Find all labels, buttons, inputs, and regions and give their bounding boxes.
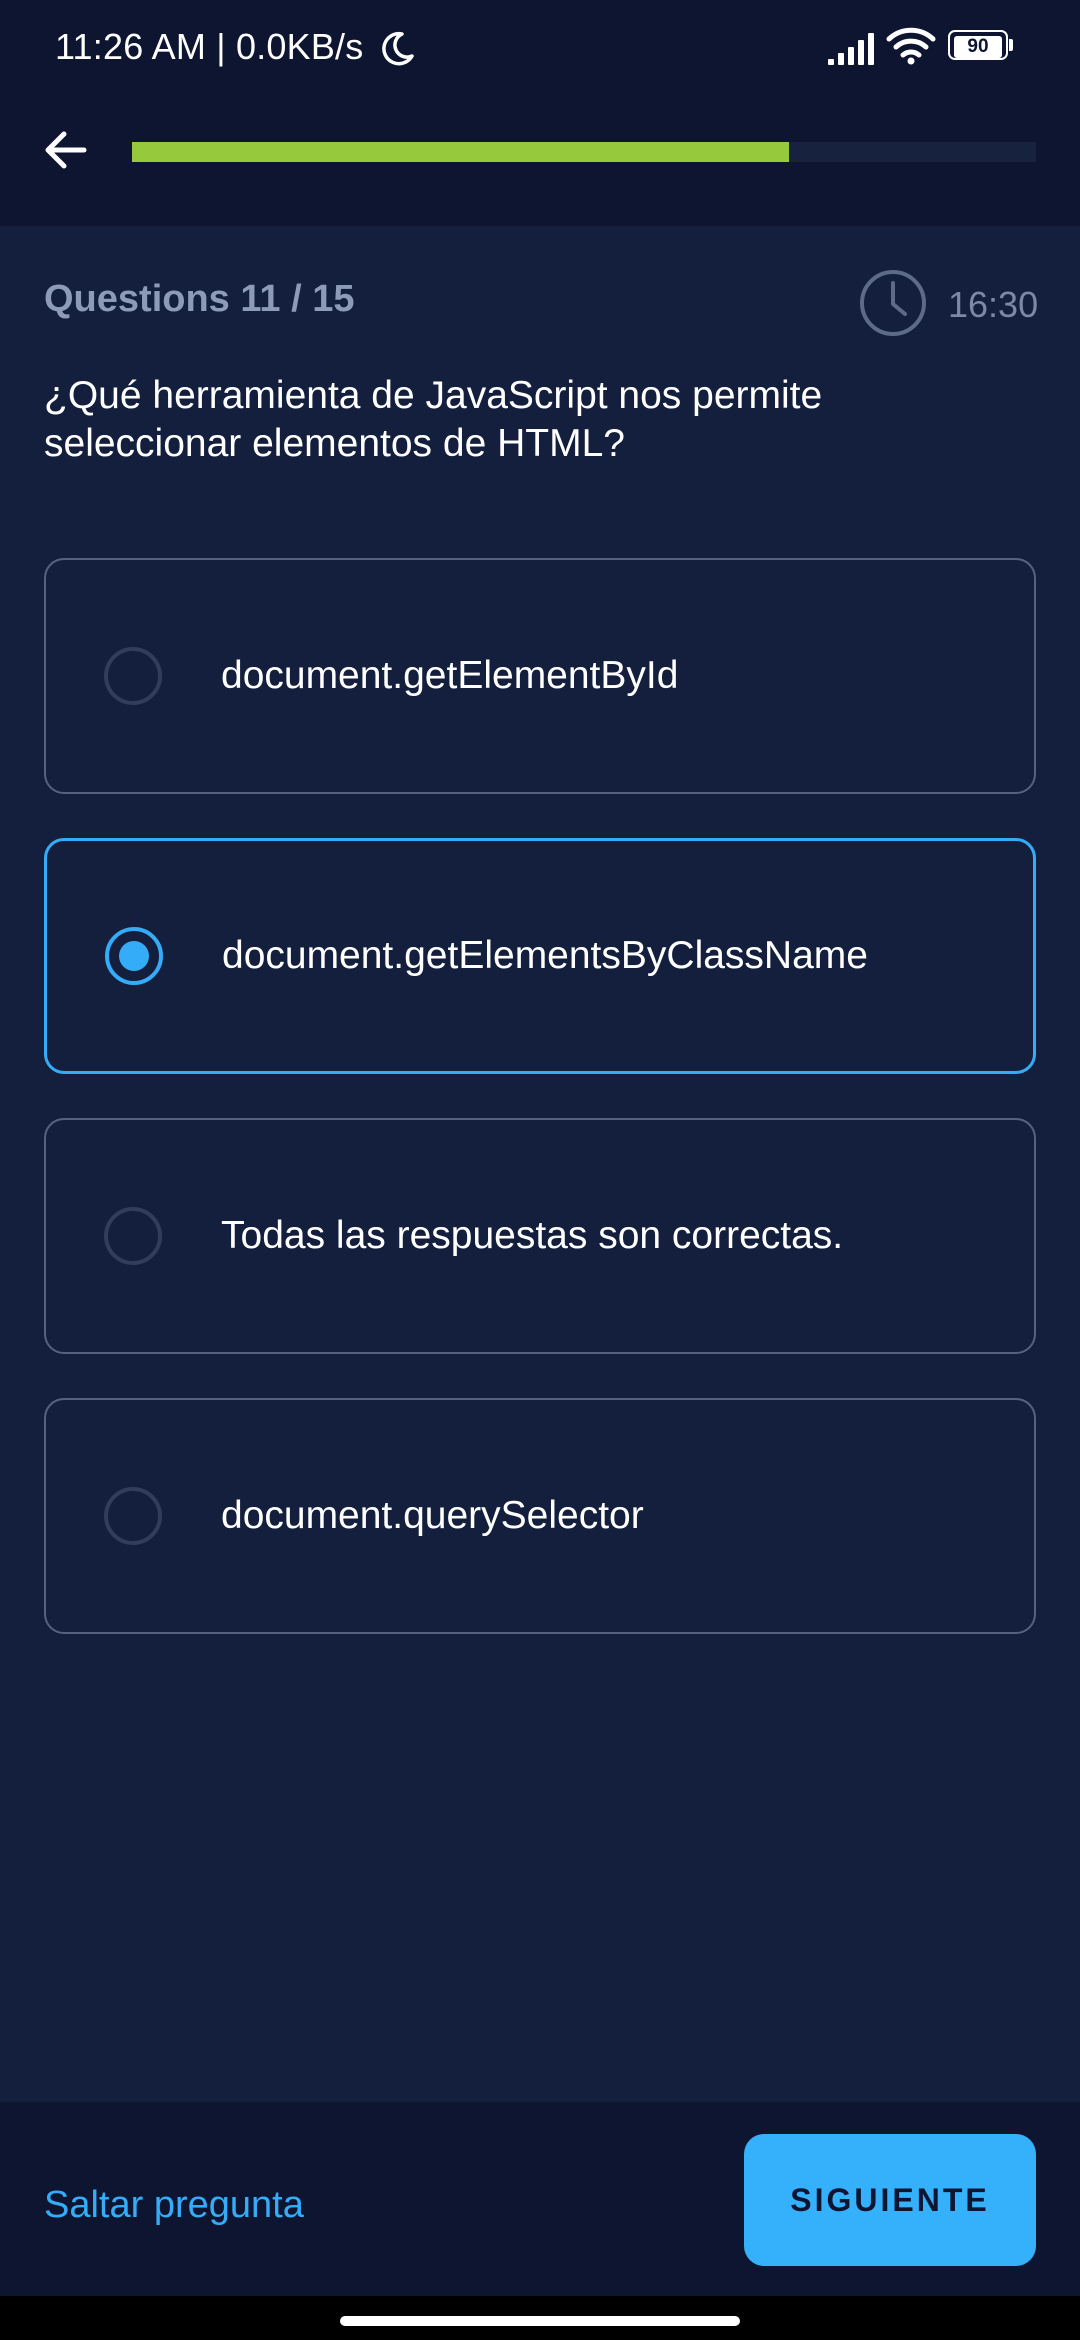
top-bar: 11:26 AM | 0.0KB/s 90 [0, 0, 1080, 226]
quiz-progress-fill [132, 142, 790, 162]
back-arrow-icon[interactable] [36, 120, 96, 180]
question-counter: Questions 11 / 15 [44, 278, 355, 320]
battery-body: 90 [948, 30, 1008, 60]
battery-level: 90 [954, 36, 1002, 58]
answer-option-label: Todas las respuestas son correctas. [221, 1214, 844, 1257]
answer-option-label: document.getElementById [221, 654, 679, 697]
skip-question-link[interactable]: Saltar pregunta [44, 2184, 304, 2227]
timer-text: 16:30 [948, 284, 1039, 325]
battery-icon: 90 [948, 30, 1013, 62]
answer-option-4[interactable]: document.querySelector [44, 1398, 1036, 1634]
next-button[interactable]: SIGUIENTE [744, 2134, 1036, 2266]
answer-option-1[interactable]: document.getElementById [44, 558, 1036, 794]
radio-button[interactable] [104, 1487, 162, 1545]
radio-button[interactable] [105, 927, 163, 985]
bottom-action-bar: Saltar pregunta SIGUIENTE [0, 2102, 1080, 2296]
system-navigation-bar [0, 2296, 1080, 2340]
answer-option-label: document.querySelector [221, 1494, 644, 1537]
battery-tip [1009, 39, 1013, 51]
home-indicator[interactable] [340, 2316, 740, 2326]
signal-icon [828, 33, 874, 65]
status-time: 11:26 AM | 0.0KB/s [55, 26, 364, 67]
quiz-progress-bar [132, 142, 1036, 162]
radio-button[interactable] [104, 647, 162, 705]
wifi-icon [886, 27, 936, 65]
clock-icon [860, 270, 926, 336]
answer-option-label: document.getElementsByClassName [222, 934, 868, 977]
answer-option-2[interactable]: document.getElementsByClassName [44, 838, 1036, 1074]
answer-option-3[interactable]: Todas las respuestas son correctas. [44, 1118, 1036, 1354]
radio-selected-dot [119, 941, 149, 971]
radio-button[interactable] [104, 1207, 162, 1265]
question-text: ¿Qué herramienta de JavaScript nos permi… [44, 374, 823, 465]
moon-icon [382, 31, 414, 66]
